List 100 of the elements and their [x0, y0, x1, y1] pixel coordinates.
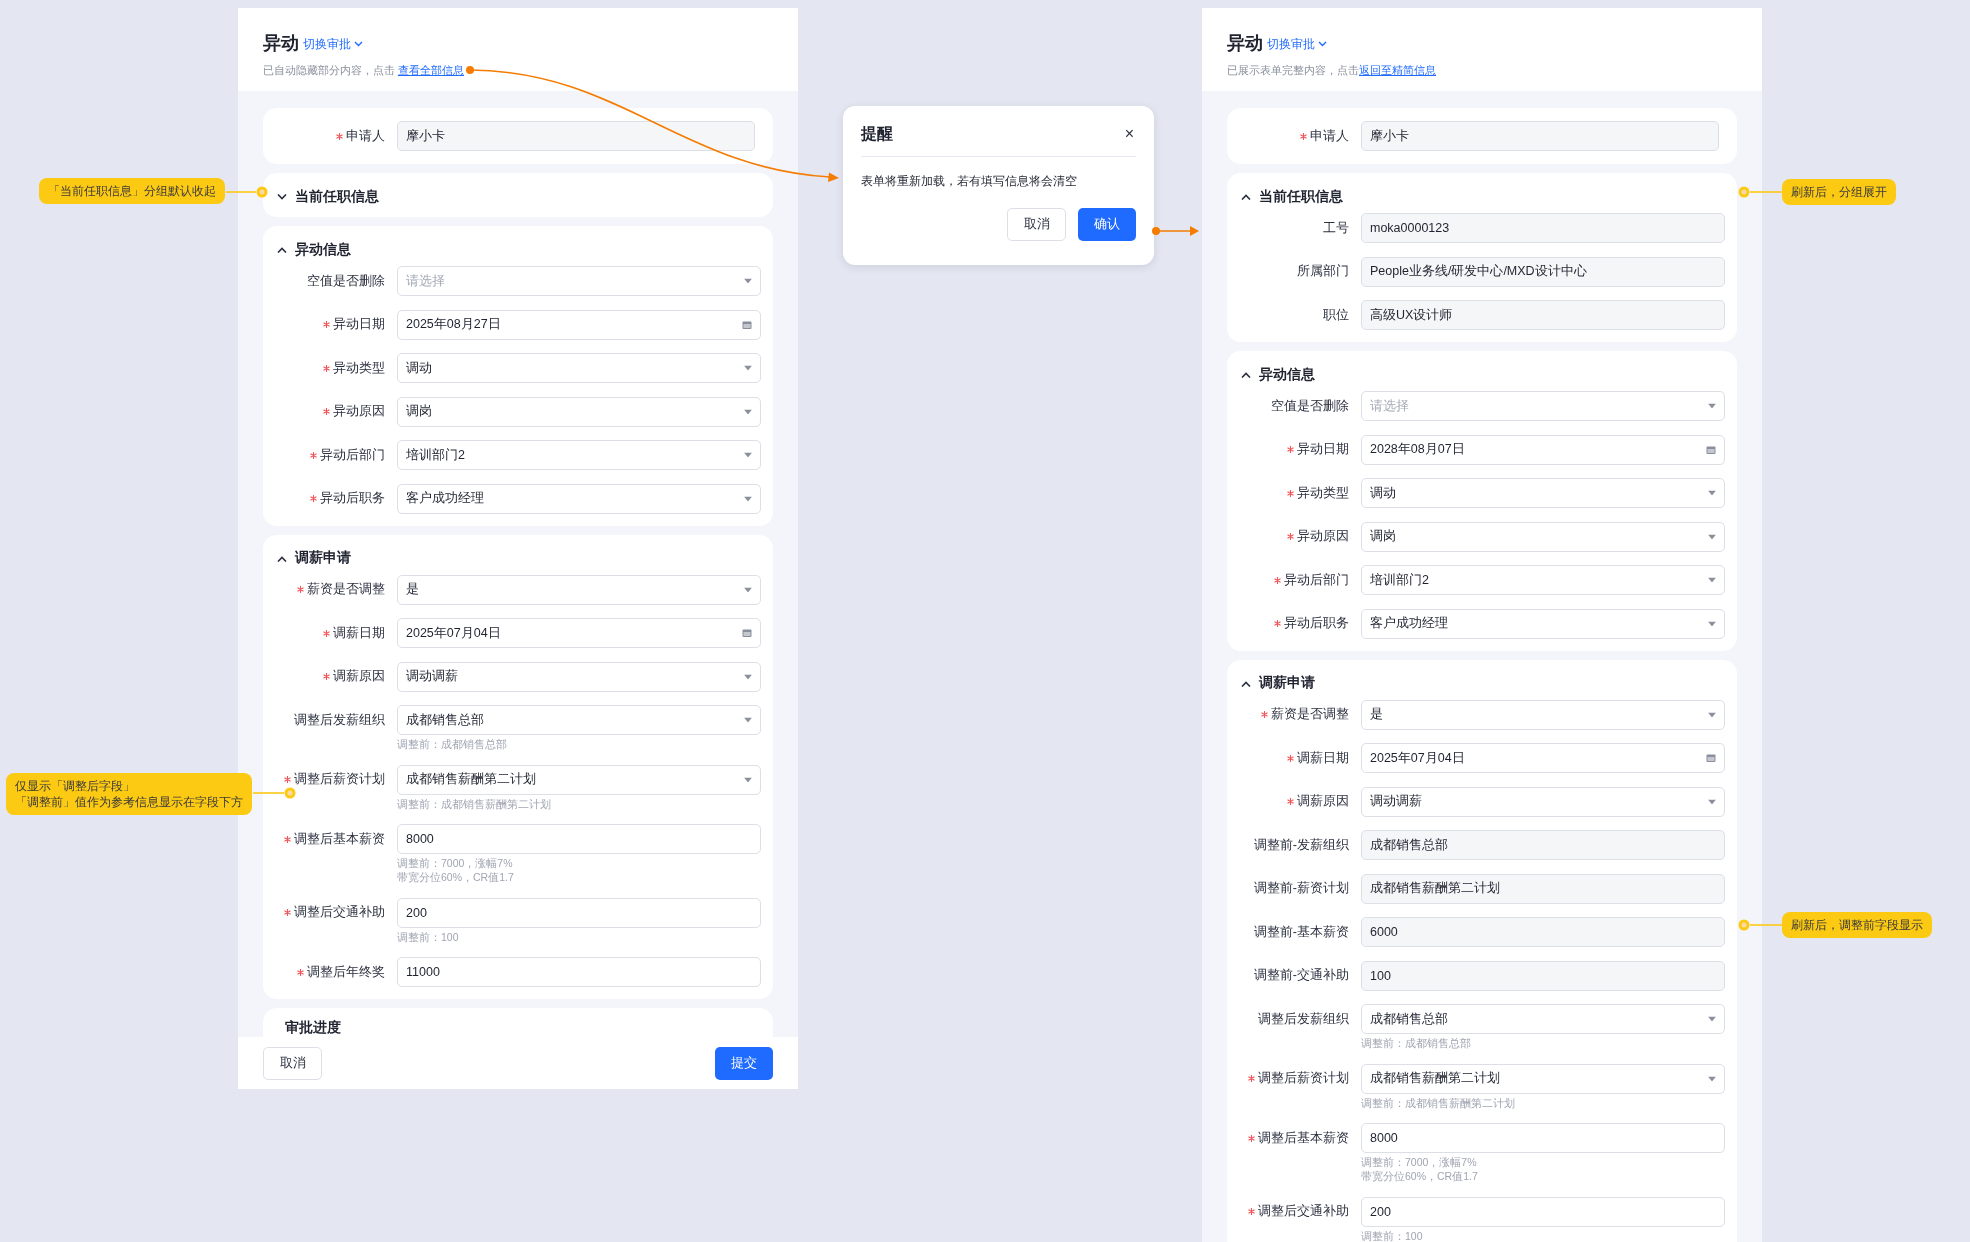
caret-icon	[1708, 1016, 1716, 1022]
reference-hint: 调整前：成都销售薪酬第二计划	[1361, 1095, 1516, 1110]
flow-arrow	[1152, 226, 1199, 236]
field-label: 异动类型	[333, 359, 385, 377]
field-label: 调整前-薪资计划	[1253, 880, 1349, 898]
caret-icon	[744, 409, 752, 414]
readonly-field[interactable]: People业务线/研发中心/MXD设计中心	[1361, 256, 1725, 287]
readonly-field[interactable]: 6000	[1361, 917, 1725, 947]
notice-link[interactable]: 返回至精简信息	[1359, 64, 1436, 76]
readonly-field[interactable]: 摩小卡	[397, 121, 755, 151]
text-field[interactable]: 200	[397, 897, 761, 928]
chevron-down-icon	[1318, 40, 1327, 47]
date-field[interactable]: 2025年07月04日	[397, 618, 761, 648]
calendar-icon	[742, 320, 752, 329]
readonly-field[interactable]: 100	[1361, 960, 1725, 991]
select-field[interactable]: 培训部门2	[397, 440, 761, 470]
caret-icon	[1708, 403, 1716, 409]
caret-icon	[744, 717, 752, 723]
caret-icon	[1708, 799, 1716, 804]
chevron-down-icon	[354, 40, 363, 47]
section-toggle[interactable]: 当前任职信息	[275, 187, 379, 207]
cancel-button[interactable]: 取消	[1007, 208, 1066, 242]
select-field[interactable]: 是	[397, 574, 761, 605]
readonly-field[interactable]: 成都销售薪酬第二计划	[1361, 873, 1725, 904]
text-field[interactable]: 11000	[397, 957, 761, 987]
select-field[interactable]: 调动	[397, 353, 761, 383]
field-label: 调整后基本薪资	[294, 830, 385, 848]
section-toggle[interactable]: 异动信息	[275, 240, 351, 260]
section-toggle[interactable]: 当前任职信息	[1239, 187, 1343, 207]
text-field[interactable]: 8000	[1361, 1123, 1725, 1153]
field-label: 调薪日期	[333, 624, 385, 642]
field-label: 调整后交通补助	[1258, 1203, 1349, 1221]
confirm-button[interactable]: 确认	[1078, 208, 1136, 242]
section-toggle[interactable]: 调薪申请	[275, 548, 351, 569]
field-label: 调整前-发薪组织	[1253, 836, 1349, 854]
calendar-icon	[742, 628, 752, 638]
select-field[interactable]: 调动调薪	[1361, 786, 1725, 817]
switch-approval-link[interactable]: 切换审批	[303, 34, 363, 53]
field-label: 异动日期	[1297, 441, 1349, 459]
select-field[interactable]: 成都销售薪酬第二计划	[1361, 1063, 1725, 1094]
text-field[interactable]: 200	[1361, 1196, 1725, 1227]
select-field[interactable]: 成都销售总部	[1361, 1004, 1725, 1034]
text-field[interactable]: 8000	[397, 824, 761, 854]
field-label: 职位	[1323, 306, 1349, 324]
notice-text: 已自动隐藏部分内容，点击 查看全部信息	[263, 63, 465, 78]
field-label: 空值是否删除	[307, 272, 385, 290]
reference-hint: 调整前：成都销售总部	[1361, 1036, 1472, 1050]
reference-hint: 调整前：成都销售总部	[397, 737, 508, 751]
readonly-field[interactable]: moka0000123	[1361, 213, 1725, 243]
select-field[interactable]: 调动调薪	[397, 661, 761, 692]
caret-icon	[1708, 621, 1716, 626]
reference-hint: 调整前：100	[1361, 1228, 1424, 1242]
field-label: 调薪原因	[1297, 793, 1349, 811]
reference-hint: 带宽分位60%，CR值1.7	[397, 870, 515, 884]
select-field[interactable]: 成都销售总部	[397, 705, 761, 735]
field-label: 异动后部门	[1284, 571, 1349, 589]
caret-icon	[1708, 1076, 1716, 1081]
field-label: 异动类型	[1297, 484, 1349, 502]
section-toggle[interactable]: 异动信息	[1239, 365, 1315, 385]
switch-approval-link[interactable]: 切换审批	[1267, 34, 1327, 53]
date-field[interactable]: 2025年07月04日	[1361, 743, 1725, 773]
field-label: 调薪日期	[1297, 749, 1349, 767]
date-field[interactable]: 2028年08月07日	[1361, 434, 1725, 465]
select-field[interactable]: 客户成功经理	[1361, 608, 1725, 639]
readonly-field[interactable]: 高级UX设计师	[1361, 300, 1725, 330]
readonly-field[interactable]: 摩小卡	[1361, 121, 1719, 151]
select-field[interactable]: 调岗	[397, 396, 761, 427]
select-field[interactable]: 调岗	[1361, 521, 1725, 552]
caret-icon	[744, 278, 752, 284]
select-field[interactable]: 请选择	[1361, 391, 1725, 421]
select-field[interactable]: 客户成功经理	[397, 483, 761, 514]
notice-link[interactable]: 查看全部信息	[397, 64, 464, 76]
section-toggle[interactable]: 调薪申请	[1239, 673, 1315, 694]
leader-line	[1738, 186, 1783, 198]
select-field[interactable]: 培训部门2	[1361, 565, 1725, 595]
caret-icon	[744, 587, 752, 592]
caret-icon	[744, 365, 752, 371]
annotation-note: 「当前任职信息」分组默认收起	[39, 178, 225, 204]
field-label: 薪资是否调整	[1271, 706, 1349, 724]
section-title: 审批进度	[284, 1019, 342, 1037]
close-button[interactable]: ×	[1122, 126, 1136, 142]
select-field[interactable]: 请选择	[397, 266, 761, 296]
caret-icon	[1708, 712, 1716, 717]
notice-text: 已展示表单完整内容，点击返回至精简信息	[1227, 63, 1437, 78]
select-field[interactable]: 成都销售薪酬第二计划	[397, 764, 761, 795]
form-title: 异动	[263, 32, 299, 55]
field-label: 调整后薪资计划	[294, 771, 385, 789]
form-title: 异动	[1227, 32, 1263, 55]
submit-button[interactable]: 提交	[715, 1046, 773, 1080]
readonly-field[interactable]: 成都销售总部	[1361, 830, 1725, 860]
dialog-message: 表单将重新加载，若有填写信息将会清空	[861, 174, 1078, 189]
field-label: 调整后发薪组织	[294, 711, 385, 729]
cancel-button[interactable]: 取消	[263, 1046, 322, 1080]
chevron-up-icon	[277, 247, 287, 253]
select-field[interactable]: 调动	[1361, 478, 1725, 508]
caret-icon	[1708, 577, 1716, 583]
field-label: 异动后职务	[320, 490, 385, 508]
date-field[interactable]: 2025年08月27日	[397, 309, 761, 340]
field-label: 调整后发薪组织	[1258, 1010, 1349, 1028]
select-field[interactable]: 是	[1361, 699, 1725, 730]
